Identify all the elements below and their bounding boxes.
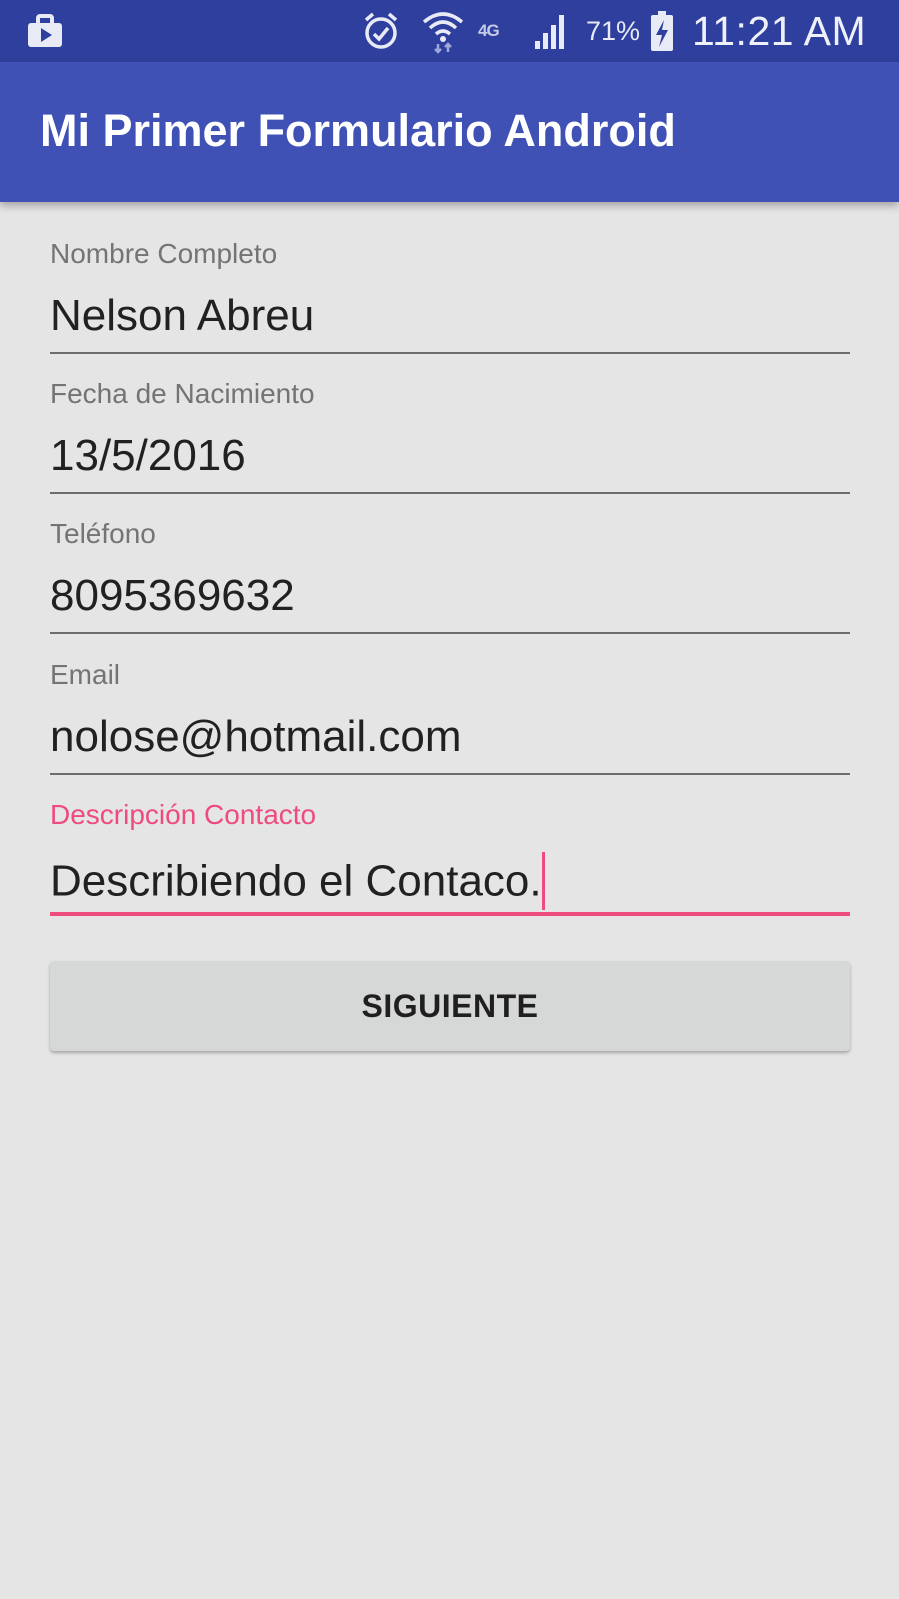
text-cursor [541,852,545,910]
email-input[interactable]: nolose@hotmail.com [50,715,850,759]
contact-description-field[interactable]: Descripción Contacto Describiendo el Con… [50,763,850,916]
contact-description-value: Describiendo el Contaco. [50,856,542,906]
next-button[interactable]: SIGUIENTE [50,961,850,1051]
signal-bars-icon [533,0,569,62]
status-bar: 4G 71% 11:21 AM [0,0,899,62]
work-profile-icon [26,0,64,62]
network-type-label: 4G [478,21,500,40]
clock-time: 11:21 AM [692,7,867,54]
phone-label: Teléfono [50,518,156,549]
app-title: Mi Primer Formulario Android [40,105,676,156]
wifi-icon [422,0,464,62]
battery-percent: 71% [586,15,641,46]
contact-description-label: Descripción Contacto [50,799,317,830]
alarm-clock-icon [363,0,399,62]
full-name-input[interactable]: Nelson Abreu [50,294,850,338]
full-name-label: Nombre Completo [50,238,278,269]
birth-date-label: Fecha de Nacimiento [50,378,315,409]
battery-charging-icon [650,0,674,62]
birth-date-input[interactable]: 13/5/2016 [50,434,850,478]
birth-date-field[interactable]: Fecha de Nacimiento 13/5/2016 [50,342,850,494]
email-label: Email [50,659,121,690]
email-field[interactable]: Email nolose@hotmail.com [50,623,850,775]
full-name-field[interactable]: Nombre Completo Nelson Abreu [50,202,850,354]
contact-description-underline [50,912,850,916]
phone-input[interactable]: 8095369632 [50,574,850,618]
contact-description-input[interactable]: Describiendo el Contaco. [50,852,850,913]
app-bar: Mi Primer Formulario Android [0,62,899,202]
phone-field[interactable]: Teléfono 8095369632 [50,482,850,634]
